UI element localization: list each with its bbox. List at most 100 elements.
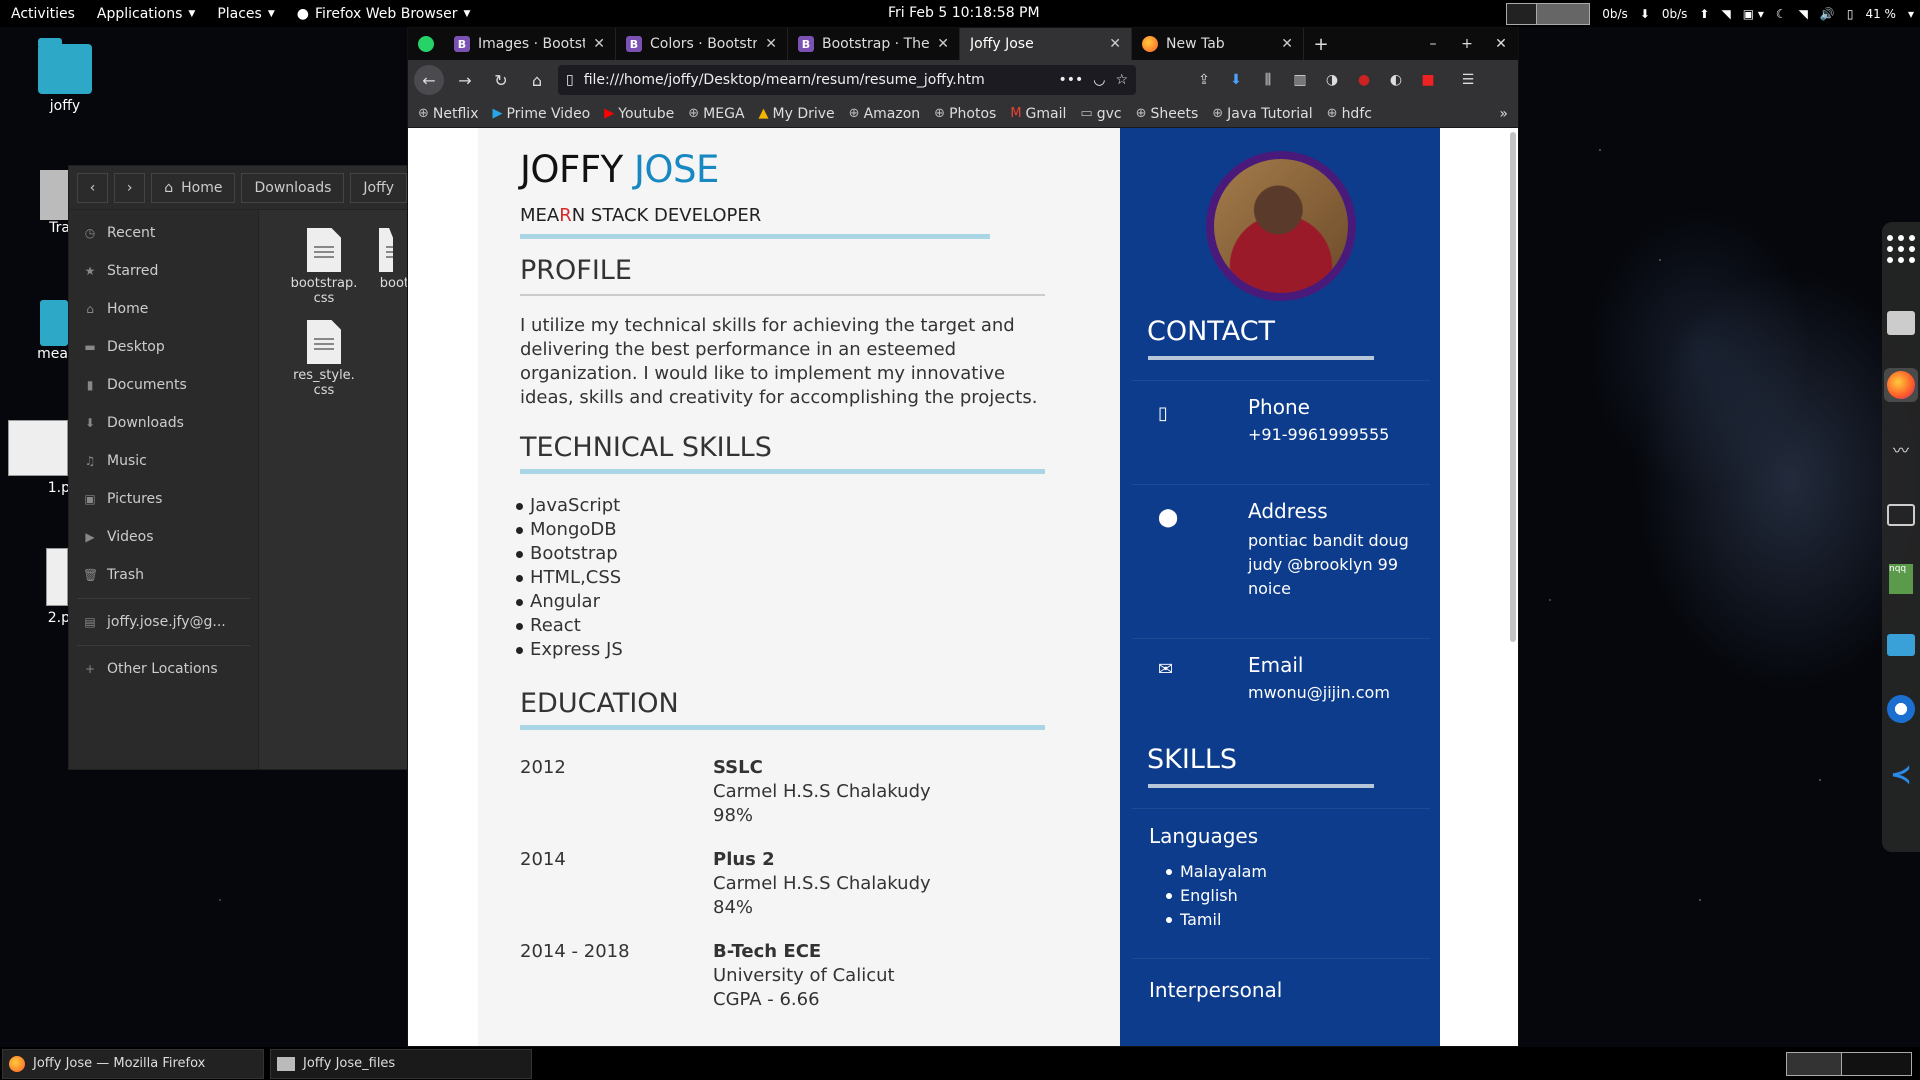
- file-boot[interactable]: boot: [359, 228, 409, 291]
- activities-button[interactable]: Activities: [0, 6, 86, 22]
- extension-icon[interactable]: ◐: [1384, 72, 1408, 88]
- breadcrumb-home[interactable]: ⌂ Home: [151, 172, 236, 203]
- sidebar-item-drive[interactable]: ▤ joffy.jose.jfy@g...: [69, 603, 258, 641]
- breadcrumb-downloads[interactable]: Downloads: [241, 172, 345, 203]
- battery-icon[interactable]: ▯: [1847, 7, 1854, 21]
- close-icon[interactable]: ✕: [1109, 36, 1121, 52]
- desktop-file-thumbnail[interactable]: [46, 548, 68, 606]
- dock-system-monitor[interactable]: 〰: [1884, 432, 1918, 466]
- bookmark-netflix[interactable]: ⊕ Netflix: [418, 106, 478, 122]
- app-menu[interactable]: ● Firefox Web Browser ▼: [286, 6, 482, 22]
- home-button[interactable]: ⌂: [522, 71, 552, 90]
- sidebar-item-downloads[interactable]: ⬇ Downloads: [69, 404, 258, 442]
- dock-files[interactable]: [1884, 306, 1918, 340]
- dock-thunderbird[interactable]: [1884, 692, 1918, 726]
- screenshot-icon[interactable]: ⇪: [1192, 72, 1216, 88]
- wifi-icon[interactable]: ◥: [1721, 7, 1730, 21]
- sidebar-item-music[interactable]: ♫ Music: [69, 442, 258, 480]
- tab-new-tab[interactable]: New Tab ✕: [1132, 28, 1304, 60]
- tab-joffy-jose[interactable]: Joffy Jose ✕: [960, 28, 1132, 60]
- applications-menu[interactable]: Applications ▼: [86, 6, 206, 22]
- sidebar-item-other-locations[interactable]: + Other Locations: [69, 650, 258, 688]
- tab-colors-bootstrap[interactable]: B Colors · Bootstra ✕: [616, 28, 788, 60]
- bookmark-youtube[interactable]: ▶ Youtube: [604, 106, 674, 122]
- bookmark-gvc[interactable]: ▭ gvc: [1080, 106, 1121, 122]
- dock-notepadqq[interactable]: nqq: [1884, 562, 1918, 596]
- close-icon[interactable]: ✕: [937, 36, 949, 52]
- show-apps-button[interactable]: [1884, 232, 1918, 266]
- desktop-home-icon[interactable]: joffy: [20, 38, 110, 114]
- bookmark-photos[interactable]: ⊕ Photos: [934, 106, 996, 122]
- clock[interactable]: Fri Feb 5 10:18:58 PM: [888, 5, 1040, 21]
- close-window-button[interactable]: ✕: [1484, 28, 1518, 60]
- more-actions-icon[interactable]: •••: [1058, 72, 1083, 88]
- back-button[interactable]: ‹: [77, 172, 109, 203]
- library-icon[interactable]: ⫼: [1256, 72, 1280, 88]
- menu-icon[interactable]: ☰: [1456, 72, 1480, 88]
- breadcrumb-joffy[interactable]: Joffy: [350, 172, 407, 203]
- url-bar[interactable]: ▯ file:///home/joffy/Desktop/mearn/resum…: [558, 65, 1136, 95]
- sidebar-item-documents[interactable]: ▮ Documents: [69, 366, 258, 404]
- bookmark-my-drive[interactable]: ▲ My Drive: [759, 106, 835, 122]
- forward-button[interactable]: ›: [114, 172, 146, 203]
- close-icon[interactable]: ✕: [1281, 36, 1293, 52]
- dock-screenshot[interactable]: [1884, 628, 1918, 662]
- bookmark-amazon[interactable]: ⊕ Amazon: [849, 106, 921, 122]
- bookmark-hdfc[interactable]: ⊕ hdfc: [1327, 106, 1372, 122]
- extension-icon[interactable]: ◑: [1320, 72, 1344, 88]
- sidebar-item-trash[interactable]: 🗑 Trash: [69, 556, 258, 594]
- workspace-switcher[interactable]: [1506, 2, 1591, 25]
- tab-label: Joffy Jose: [970, 36, 1034, 52]
- file-res-style-css[interactable]: res_style. css: [279, 320, 369, 398]
- dock-firefox[interactable]: [1884, 368, 1918, 402]
- places-menu[interactable]: Places ▼: [206, 6, 285, 22]
- dock-terminal[interactable]: [1884, 498, 1918, 532]
- more-bookmarks-icon[interactable]: »: [1499, 106, 1508, 122]
- close-icon[interactable]: ✕: [765, 36, 777, 52]
- sidebar-item-recent[interactable]: ◷ Recent: [69, 214, 258, 252]
- tab-images-bootstrap[interactable]: B Images · Bootstr ✕: [444, 28, 616, 60]
- volume-icon[interactable]: 🔊: [1820, 7, 1835, 21]
- text-file-icon: [307, 228, 341, 272]
- sidebar-item-videos[interactable]: ▶ Videos: [69, 518, 258, 556]
- tab-whatsapp[interactable]: [408, 28, 444, 60]
- ublock-icon[interactable]: ●: [1352, 72, 1376, 88]
- sidebar-icon[interactable]: ▥: [1288, 72, 1312, 88]
- bookmark-java-tutorial[interactable]: ⊕ Java Tutorial: [1212, 106, 1312, 122]
- workspace-switcher[interactable]: [1786, 1052, 1912, 1076]
- breadcrumb-label: Home: [181, 179, 223, 196]
- bookmark-sheets[interactable]: ⊕ Sheets: [1136, 106, 1199, 122]
- task-firefox[interactable]: Joffy Jose — Mozilla Firefox: [2, 1048, 264, 1079]
- desktop-folder-icon[interactable]: mea: [12, 300, 68, 362]
- tab-bootstrap[interactable]: B Bootstrap · The ✕: [788, 28, 960, 60]
- page-scrollbar[interactable]: [1510, 132, 1516, 642]
- task-files[interactable]: Joffy Jose_files: [270, 1048, 532, 1079]
- sidebar-item-home[interactable]: ⌂ Home: [69, 290, 258, 328]
- clipboard-icon[interactable]: ▣ ▾: [1743, 7, 1764, 21]
- sidebar-item-pictures[interactable]: ▣ Pictures: [69, 480, 258, 518]
- bookmark-gmail[interactable]: M Gmail: [1010, 106, 1066, 122]
- bookmark-prime-video[interactable]: ▶ Prime Video: [492, 106, 590, 122]
- caret-down-icon[interactable]: ▾: [1908, 7, 1914, 21]
- file-bootstrap-css[interactable]: bootstrap. css: [279, 228, 369, 306]
- reload-button[interactable]: ↻: [486, 71, 516, 90]
- maximize-button[interactable]: +: [1450, 28, 1484, 60]
- sidebar-item-desktop[interactable]: ▬ Desktop: [69, 328, 258, 366]
- close-icon[interactable]: ✕: [593, 36, 605, 52]
- desktop-trash-icon[interactable]: Tra: [10, 170, 70, 236]
- pocket-icon[interactable]: ◡: [1093, 72, 1105, 88]
- url-text[interactable]: file:///home/joffy/Desktop/mearn/resum/r…: [584, 72, 1049, 88]
- extension-icon[interactable]: ■: [1416, 72, 1440, 88]
- desktop-file-thumbnail[interactable]: [8, 420, 68, 476]
- dock-vscode[interactable]: ≺: [1884, 758, 1918, 792]
- bookmark-mega[interactable]: ⊕ MEGA: [688, 106, 744, 122]
- downloads-icon[interactable]: ⬇: [1224, 72, 1248, 88]
- new-tab-button[interactable]: +: [1304, 28, 1338, 60]
- sidebar-item-starred[interactable]: ★ Starred: [69, 252, 258, 290]
- minimize-button[interactable]: –: [1416, 28, 1450, 60]
- bookmark-star-icon[interactable]: ☆: [1115, 72, 1128, 88]
- forward-button[interactable]: →: [450, 71, 480, 90]
- back-button[interactable]: ←: [414, 65, 444, 95]
- night-light-icon[interactable]: ☾: [1776, 7, 1787, 21]
- network-icon[interactable]: ◥: [1799, 7, 1808, 21]
